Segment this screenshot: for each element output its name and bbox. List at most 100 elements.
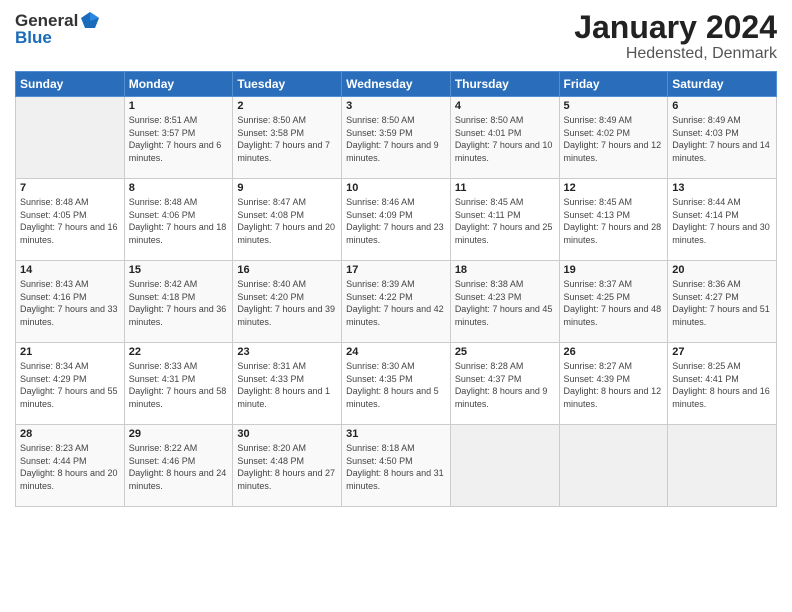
calendar-cell: 16 Sunrise: 8:40 AMSunset: 4:20 PMDayligh…: [233, 261, 342, 343]
cell-info: Sunrise: 8:20 AMSunset: 4:48 PMDaylight:…: [237, 442, 337, 492]
cell-info: Sunrise: 8:50 AMSunset: 3:59 PMDaylight:…: [346, 114, 446, 164]
calendar-week-row: 28Sunrise: 8:23 AMSunset: 4:44 PMDayligh…: [16, 425, 777, 507]
logo-blue: Blue: [15, 28, 52, 48]
cell-info: Sunrise: 8:46 AMSunset: 4:09 PMDaylight:…: [346, 196, 446, 246]
calendar-week-row: 14 Sunrise: 8:43 AMSunset: 4:16 PMDayligh…: [16, 261, 777, 343]
cell-info: Sunrise: 8:48 AMSunset: 4:05 PMDaylight:…: [20, 196, 120, 246]
cell-info: Sunrise: 8:40 AMSunset: 4:20 PMDaylight:…: [237, 278, 337, 328]
cell-info: Sunrise: 8:47 AMSunset: 4:08 PMDaylight:…: [237, 196, 337, 246]
calendar-cell: 19 Sunrise: 8:37 AMSunset: 4:25 PMDayligh…: [559, 261, 668, 343]
col-sunday: Sunday: [16, 72, 125, 97]
calendar-page: General Blue January 2024 Hedensted, Den…: [0, 0, 792, 612]
calendar-subtitle: Hedensted, Denmark: [574, 45, 777, 63]
calendar-cell: 15Sunrise: 8:42 AMSunset: 4:18 PMDayligh…: [124, 261, 233, 343]
calendar-cell: 23 Sunrise: 8:31 AMSunset: 4:33 PMDayligh…: [233, 343, 342, 425]
calendar-cell: 3 Sunrise: 8:50 AMSunset: 3:59 PMDaylight…: [342, 97, 451, 179]
day-number: 12: [564, 182, 664, 194]
col-thursday: Thursday: [450, 72, 559, 97]
cell-info: Sunrise: 8:38 AMSunset: 4:23 PMDaylight:…: [455, 278, 555, 328]
cell-info: Sunrise: 8:31 AMSunset: 4:33 PMDaylight:…: [237, 360, 337, 410]
calendar-cell: 27 Sunrise: 8:25 AMSunset: 4:41 PMDayligh…: [668, 343, 777, 425]
calendar-cell: 18 Sunrise: 8:38 AMSunset: 4:23 PMDayligh…: [450, 261, 559, 343]
calendar-cell: 13 Sunrise: 8:44 AMSunset: 4:14 PMDayligh…: [668, 179, 777, 261]
calendar-cell: 17 Sunrise: 8:39 AMSunset: 4:22 PMDayligh…: [342, 261, 451, 343]
calendar-cell: 5 Sunrise: 8:49 AMSunset: 4:02 PMDaylight…: [559, 97, 668, 179]
calendar-cell: 8 Sunrise: 8:48 AMSunset: 4:06 PMDaylight…: [124, 179, 233, 261]
calendar-week-row: 7 Sunrise: 8:48 AMSunset: 4:05 PMDaylight…: [16, 179, 777, 261]
cell-info: Sunrise: 8:33 AMSunset: 4:31 PMDaylight:…: [129, 360, 229, 410]
day-number: 18: [455, 264, 555, 276]
calendar-cell: 6 Sunrise: 8:49 AMSunset: 4:03 PMDaylight…: [668, 97, 777, 179]
cell-info: Sunrise: 8:44 AMSunset: 4:14 PMDaylight:…: [672, 196, 772, 246]
calendar-cell: 1Sunrise: 8:51 AMSunset: 3:57 PMDaylight…: [124, 97, 233, 179]
calendar-cell: 12 Sunrise: 8:45 AMSunset: 4:13 PMDayligh…: [559, 179, 668, 261]
day-number: 2: [237, 100, 337, 112]
day-number: 27: [672, 346, 772, 358]
calendar-title: January 2024: [574, 10, 777, 45]
day-number: 4: [455, 100, 555, 112]
day-number: 5: [564, 100, 664, 112]
day-number: 24: [346, 346, 446, 358]
calendar-header-row: Sunday Monday Tuesday Wednesday Thursday…: [16, 72, 777, 97]
cell-info: Sunrise: 8:42 AMSunset: 4:18 PMDaylight:…: [129, 278, 229, 328]
cell-info: Sunrise: 8:45 AMSunset: 4:13 PMDaylight:…: [564, 196, 664, 246]
cell-info: Sunrise: 8:28 AMSunset: 4:37 PMDaylight:…: [455, 360, 555, 410]
cell-info: Sunrise: 8:23 AMSunset: 4:44 PMDaylight:…: [20, 442, 120, 492]
calendar-cell: [450, 425, 559, 507]
day-number: 7: [20, 182, 120, 194]
calendar-cell: 7 Sunrise: 8:48 AMSunset: 4:05 PMDaylight…: [16, 179, 125, 261]
col-tuesday: Tuesday: [233, 72, 342, 97]
day-number: 29: [129, 428, 229, 440]
day-number: 19: [564, 264, 664, 276]
day-number: 6: [672, 100, 772, 112]
cell-info: Sunrise: 8:45 AMSunset: 4:11 PMDaylight:…: [455, 196, 555, 246]
calendar-cell: 20Sunrise: 8:36 AMSunset: 4:27 PMDayligh…: [668, 261, 777, 343]
col-saturday: Saturday: [668, 72, 777, 97]
cell-info: Sunrise: 8:25 AMSunset: 4:41 PMDaylight:…: [672, 360, 772, 410]
calendar-cell: 2 Sunrise: 8:50 AMSunset: 3:58 PMDaylight…: [233, 97, 342, 179]
day-number: 13: [672, 182, 772, 194]
calendar-cell: 14 Sunrise: 8:43 AMSunset: 4:16 PMDayligh…: [16, 261, 125, 343]
day-number: 3: [346, 100, 446, 112]
calendar-cell: 26Sunrise: 8:27 AMSunset: 4:39 PMDayligh…: [559, 343, 668, 425]
day-number: 8: [129, 182, 229, 194]
cell-info: Sunrise: 8:51 AMSunset: 3:57 PMDaylight:…: [129, 114, 229, 164]
calendar-cell: 22 Sunrise: 8:33 AMSunset: 4:31 PMDayligh…: [124, 343, 233, 425]
calendar-cell: 21Sunrise: 8:34 AMSunset: 4:29 PMDayligh…: [16, 343, 125, 425]
day-number: 23: [237, 346, 337, 358]
cell-info: Sunrise: 8:34 AMSunset: 4:29 PMDaylight:…: [20, 360, 120, 410]
cell-info: Sunrise: 8:37 AMSunset: 4:25 PMDaylight:…: [564, 278, 664, 328]
cell-info: Sunrise: 8:49 AMSunset: 4:02 PMDaylight:…: [564, 114, 664, 164]
col-wednesday: Wednesday: [342, 72, 451, 97]
cell-info: Sunrise: 8:49 AMSunset: 4:03 PMDaylight:…: [672, 114, 772, 164]
cell-info: Sunrise: 8:50 AMSunset: 3:58 PMDaylight:…: [237, 114, 337, 164]
cell-info: Sunrise: 8:50 AMSunset: 4:01 PMDaylight:…: [455, 114, 555, 164]
col-monday: Monday: [124, 72, 233, 97]
day-number: 30: [237, 428, 337, 440]
calendar-cell: 29Sunrise: 8:22 AMSunset: 4:46 PMDayligh…: [124, 425, 233, 507]
cell-info: Sunrise: 8:39 AMSunset: 4:22 PMDaylight:…: [346, 278, 446, 328]
col-friday: Friday: [559, 72, 668, 97]
day-number: 17: [346, 264, 446, 276]
calendar-cell: 11 Sunrise: 8:45 AMSunset: 4:11 PMDayligh…: [450, 179, 559, 261]
day-number: 31: [346, 428, 446, 440]
header: General Blue January 2024 Hedensted, Den…: [15, 10, 777, 63]
day-number: 25: [455, 346, 555, 358]
day-number: 10: [346, 182, 446, 194]
cell-info: Sunrise: 8:43 AMSunset: 4:16 PMDaylight:…: [20, 278, 120, 328]
day-number: 20: [672, 264, 772, 276]
cell-info: Sunrise: 8:48 AMSunset: 4:06 PMDaylight:…: [129, 196, 229, 246]
calendar-week-row: 21Sunrise: 8:34 AMSunset: 4:29 PMDayligh…: [16, 343, 777, 425]
logo-flag-icon: [79, 10, 101, 32]
day-number: 16: [237, 264, 337, 276]
logo: General Blue: [15, 10, 101, 48]
calendar-cell: 4 Sunrise: 8:50 AMSunset: 4:01 PMDaylight…: [450, 97, 559, 179]
day-number: 11: [455, 182, 555, 194]
calendar-cell: 10 Sunrise: 8:46 AMSunset: 4:09 PMDayligh…: [342, 179, 451, 261]
cell-info: Sunrise: 8:18 AMSunset: 4:50 PMDaylight:…: [346, 442, 446, 492]
calendar-cell: 30 Sunrise: 8:20 AMSunset: 4:48 PMDayligh…: [233, 425, 342, 507]
calendar-cell: 28Sunrise: 8:23 AMSunset: 4:44 PMDayligh…: [16, 425, 125, 507]
day-number: 14: [20, 264, 120, 276]
day-number: 22: [129, 346, 229, 358]
calendar-cell: [16, 97, 125, 179]
